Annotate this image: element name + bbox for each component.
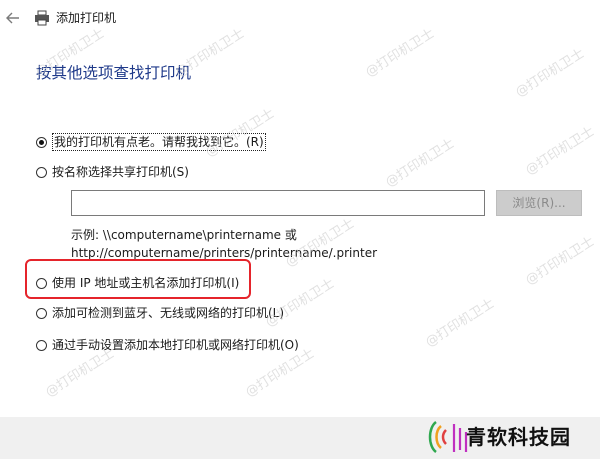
radio-button[interactable] xyxy=(36,166,47,178)
shared-printer-name-input[interactable] xyxy=(71,190,485,216)
watermark: @打印机卫士 xyxy=(423,296,498,351)
option-manual-settings-label: 通过手动设置添加本地打印机或网络打印机(O) xyxy=(52,338,299,352)
option-shared-printer-label: 按名称选择共享打印机(S) xyxy=(52,165,189,179)
page-heading: 按其他选项查找打印机 xyxy=(36,64,192,82)
watermark: @打印机卫士 xyxy=(383,136,458,191)
radio-button-checked[interactable] xyxy=(36,136,47,148)
radio-button[interactable] xyxy=(36,307,47,319)
browse-button[interactable]: 浏览(R)... xyxy=(496,190,582,216)
printer-icon xyxy=(35,10,49,26)
example-line-1: 示例: \\computername\printername 或 xyxy=(71,228,297,242)
highlight-annotation-box xyxy=(25,259,251,299)
watermark: @打印机卫士 xyxy=(513,46,588,101)
back-arrow-icon[interactable] xyxy=(5,10,21,26)
example-text: 示例: \\computername\printername 或 http://… xyxy=(71,226,377,262)
radio-button[interactable] xyxy=(36,339,47,351)
brand-name: 青软科技园 xyxy=(466,425,571,449)
option-bluetooth-wireless[interactable]: 添加可检测到蓝牙、无线或网络的打印机(L) xyxy=(36,304,284,322)
watermark: @打印机卫士 xyxy=(523,124,598,179)
option-old-printer-label: 我的打印机有点老。请帮我找到它。(R) xyxy=(52,133,266,151)
watermark: @打印机卫士 xyxy=(523,234,598,289)
option-manual-settings[interactable]: 通过手动设置添加本地打印机或网络打印机(O) xyxy=(36,336,299,354)
title-bar: 添加打印机 xyxy=(0,0,600,40)
watermark: @打印机卫士 xyxy=(203,106,278,161)
option-old-printer[interactable]: 我的打印机有点老。请帮我找到它。(R) xyxy=(36,133,266,151)
option-shared-printer[interactable]: 按名称选择共享打印机(S) xyxy=(36,163,189,181)
option-bluetooth-wireless-label: 添加可检测到蓝牙、无线或网络的打印机(L) xyxy=(52,306,285,320)
window-title: 添加打印机 xyxy=(56,11,117,25)
